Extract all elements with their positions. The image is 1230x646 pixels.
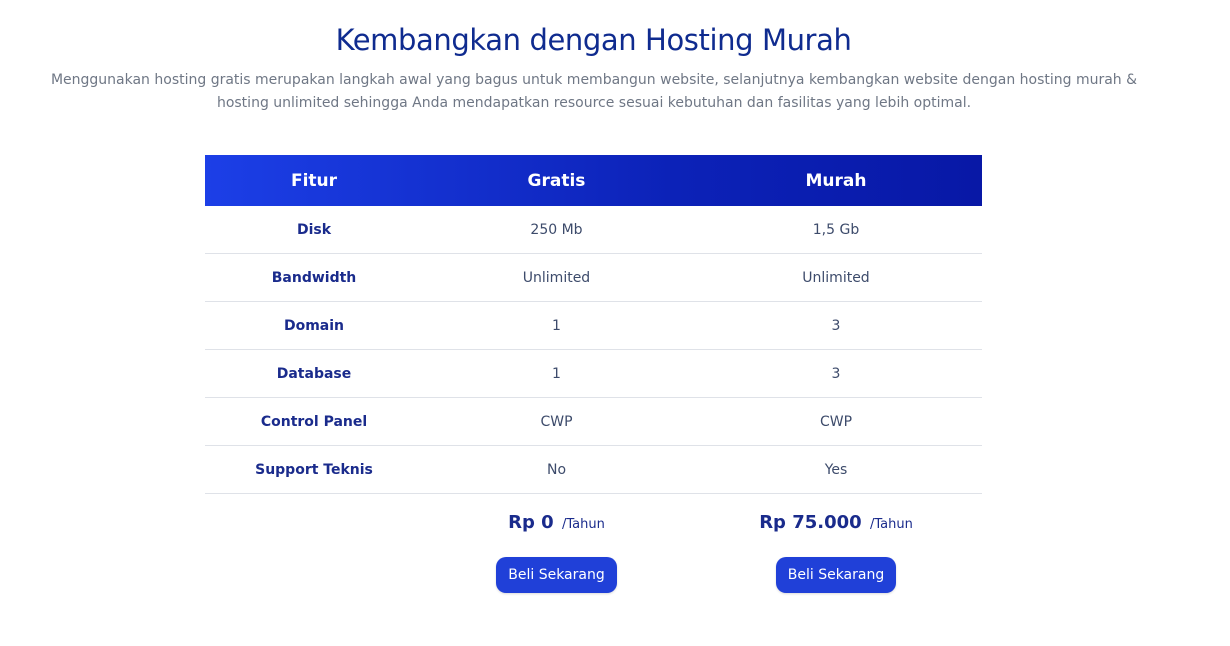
button-cell-gratis: Beli Sekarang xyxy=(423,557,690,593)
column-header-gratis: Gratis xyxy=(527,170,586,191)
column-header-fitur: Fitur xyxy=(290,170,338,191)
comparison-table: Fitur Gratis Murah Disk 250 Mb 1,5 Gb Ba… xyxy=(205,155,982,600)
page-title: Kembangkan dengan Hosting Murah xyxy=(335,23,852,57)
murah-value: 1,5 Gb xyxy=(812,221,860,238)
price-period: /Tahun xyxy=(561,516,605,532)
gratis-value: 250 Mb xyxy=(530,221,583,238)
button-cell-murah: Beli Sekarang xyxy=(690,557,982,593)
table-row: Disk 250 Mb 1,5 Gb xyxy=(205,206,982,254)
feature-label: Bandwidth xyxy=(271,269,357,286)
table-row: Domain 1 3 xyxy=(205,302,982,350)
murah-value: Yes xyxy=(824,461,848,478)
feature-label: Support Teknis xyxy=(255,461,373,478)
column-header-murah: Murah xyxy=(805,170,867,191)
price-murah: Rp 75.000 /Tahun xyxy=(759,512,913,533)
table-row: Support Teknis No Yes xyxy=(205,446,982,494)
buy-gratis-button[interactable]: Beli Sekarang xyxy=(496,557,617,593)
price-gratis: Rp 0 /Tahun xyxy=(508,512,605,533)
table-header: Fitur Gratis Murah xyxy=(205,155,982,206)
gratis-value: CWP xyxy=(540,413,573,430)
price-period: /Tahun xyxy=(869,516,913,532)
page-subtitle: Menggunakan hosting gratis merupakan lan… xyxy=(50,72,1138,111)
buy-murah-button[interactable]: Beli Sekarang xyxy=(775,557,897,593)
gratis-value: No xyxy=(546,461,567,478)
murah-value: Unlimited xyxy=(802,269,870,286)
murah-value: 3 xyxy=(831,365,841,382)
feature-label: Domain xyxy=(283,317,345,334)
feature-label: Disk xyxy=(296,221,332,238)
feature-label: Control Panel xyxy=(260,413,368,430)
murah-value: 3 xyxy=(831,317,841,334)
hosting-comparison-section: Kembangkan dengan Hosting Murah Mengguna… xyxy=(0,0,1230,646)
table-row: Control Panel CWP CWP xyxy=(205,398,982,446)
price-row: Rp 0 /Tahun Rp 75.000 /Tahun xyxy=(205,494,982,550)
price-cell-gratis: Rp 0 /Tahun xyxy=(423,494,690,550)
price-row-empty-cell xyxy=(205,494,423,550)
button-row: Beli Sekarang Beli Sekarang xyxy=(205,550,982,600)
price-cell-murah: Rp 75.000 /Tahun xyxy=(690,494,982,550)
table-row: Database 1 3 xyxy=(205,350,982,398)
feature-label: Database xyxy=(276,365,352,382)
table-row: Bandwidth Unlimited Unlimited xyxy=(205,254,982,302)
price-amount: Rp 75.000 xyxy=(759,511,862,533)
gratis-value: 1 xyxy=(552,317,561,334)
price-amount: Rp 0 xyxy=(508,511,554,533)
gratis-value: 1 xyxy=(552,365,561,382)
gratis-value: Unlimited xyxy=(522,269,591,286)
murah-value: CWP xyxy=(819,413,853,430)
